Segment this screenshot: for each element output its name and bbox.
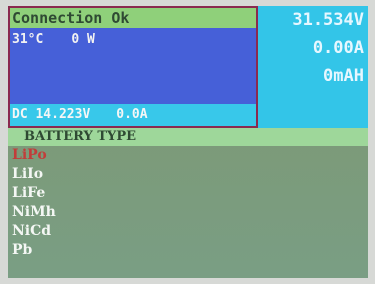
temperature-readout: 31°C <box>12 32 44 47</box>
output-readouts-panel: 31.534V 0.00A 0mAH <box>258 6 368 128</box>
status-panel: Connection Ok 31°C 0 W DC 14.223V 0.0A <box>8 6 258 128</box>
dc-input-line: DC 14.223V 0.0A <box>10 104 256 126</box>
dc-voltage-readout: DC 14.223V <box>12 107 91 122</box>
battery-type-header: BATTERY TYPE <box>8 128 368 146</box>
battery-item-lipo[interactable]: LiPo <box>8 146 368 165</box>
battery-item-liio[interactable]: LiIo <box>8 165 368 184</box>
temp-power-line: 31°C 0 W <box>10 28 256 51</box>
output-capacity: 0mAH <box>323 66 364 86</box>
battery-item-life[interactable]: LiFe <box>8 184 368 203</box>
battery-item-nicd[interactable]: NiCd <box>8 222 368 241</box>
charger-lcd-screen: Connection Ok 31°C 0 W DC 14.223V 0.0A 3… <box>8 6 368 278</box>
battery-item-nimh[interactable]: NiMh <box>8 203 368 222</box>
connection-status: Connection Ok <box>10 8 256 28</box>
output-current: 0.00A <box>312 38 364 58</box>
battery-type-menu: BATTERY TYPE LiPo LiIo LiFe NiMh NiCd Pb <box>8 128 368 278</box>
output-voltage: 31.534V <box>292 10 364 30</box>
dc-current-readout: 0.0A <box>116 107 148 122</box>
battery-item-pb[interactable]: Pb <box>8 241 368 260</box>
power-readout: 0 W <box>71 32 95 47</box>
